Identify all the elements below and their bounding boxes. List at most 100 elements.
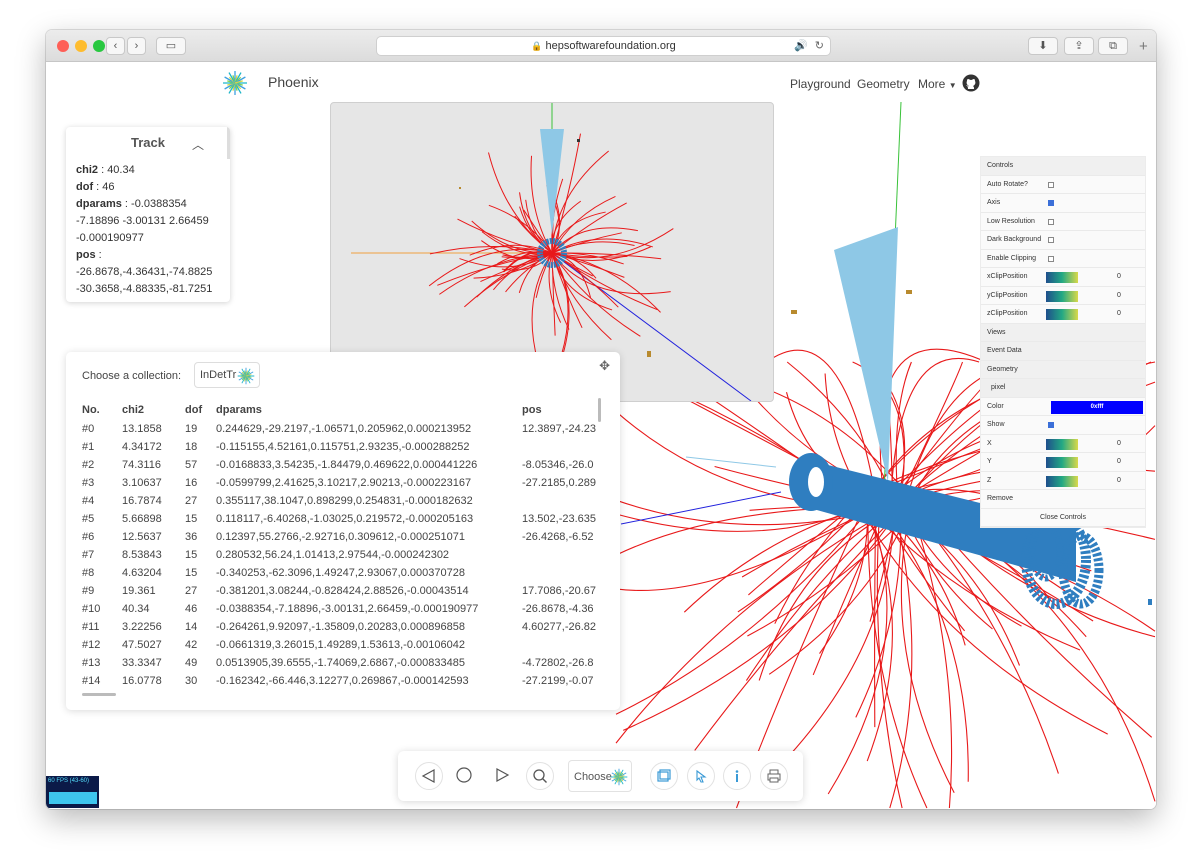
- table-cell: 16: [185, 477, 198, 489]
- table-row[interactable]: #5 5.66898 15 0.118117,-6.40268,-1.03025,0.…: [82, 510, 620, 528]
- zoom-button[interactable]: [526, 762, 554, 790]
- clipping-checkbox[interactable]: [1048, 255, 1054, 262]
- minimize-window-button[interactable]: [75, 40, 87, 52]
- brand-title[interactable]: Phoenix: [268, 74, 319, 90]
- y-value[interactable]: 0: [1117, 453, 1121, 471]
- nav-more-label[interactable]: More: [918, 77, 945, 91]
- stop-button[interactable]: [451, 762, 479, 790]
- address-bar[interactable]: 🔒 hepsoftwarefoundation.org 🔊 ↻: [376, 36, 831, 56]
- column-header[interactable]: No.: [82, 400, 122, 420]
- collection-select[interactable]: InDetTr: [194, 362, 260, 388]
- table-row[interactable]: #10 40.34 46 -0.0388354,-7.18896,-3.00131,2…: [82, 600, 620, 618]
- control-dark-background[interactable]: Dark Background: [981, 231, 1145, 250]
- show-checkbox[interactable]: [1048, 422, 1054, 428]
- share-icon[interactable]: ⇪: [1064, 37, 1094, 55]
- folder-views[interactable]: Views: [981, 323, 1145, 342]
- move-icon[interactable]: ✥: [599, 358, 610, 374]
- x-clip-slider[interactable]: [1046, 272, 1078, 283]
- y-slider[interactable]: [1046, 457, 1078, 468]
- table-row[interactable]: #13 33.3347 49 0.0513905,39.6555,-1.74069,2…: [82, 654, 620, 672]
- download-icon[interactable]: ⬇: [1028, 37, 1058, 55]
- control-auto-rotate[interactable]: Auto Rotate?: [981, 176, 1145, 194]
- x-clip-value[interactable]: 0: [1117, 268, 1121, 286]
- table-row[interactable]: #0 13.1858 19 0.244629,-29.2197,-1.06571,0.…: [82, 420, 620, 438]
- folder-event-data[interactable]: Event Data: [981, 342, 1145, 361]
- x-slider[interactable]: [1046, 438, 1078, 450]
- z-slider[interactable]: [1046, 475, 1078, 487]
- table-row[interactable]: #3 3.10637 16 -0.0599799,2.41625,3.10217,2.…: [82, 474, 620, 492]
- controls-header[interactable]: Controls: [981, 157, 1145, 176]
- track-curve[interactable]: [867, 506, 928, 809]
- control-y-clip[interactable]: yClipPosition 0: [981, 287, 1145, 305]
- table-row[interactable]: #2 74.3116 57 -0.0168833,3.54235,-1.84479,0…: [82, 456, 620, 474]
- y-clip-slider[interactable]: [1046, 290, 1078, 302]
- back-button[interactable]: ‹: [106, 37, 125, 55]
- overlay-toggle-button[interactable]: [650, 762, 678, 790]
- reload-icon[interactable]: ↻: [815, 37, 824, 55]
- column-header[interactable]: dparams: [216, 400, 522, 420]
- color-swatch[interactable]: 0xfff: [1051, 400, 1143, 414]
- table-row[interactable]: #14 16.0778 30 -0.162342,-66.446,3.12277,0.…: [82, 672, 620, 690]
- choose-event-select[interactable]: Choose: [568, 760, 632, 792]
- y-clip-value[interactable]: 0: [1117, 287, 1121, 305]
- table-row[interactable]: #11 3.22256 14 -0.264261,9.92097,-1.35809,0…: [82, 618, 620, 636]
- folder-pixel[interactable]: pixel: [981, 379, 1145, 398]
- track-curve[interactable]: [901, 361, 964, 494]
- axis-checkbox[interactable]: [1048, 200, 1054, 206]
- z-clip-slider[interactable]: [1046, 309, 1078, 320]
- phoenix-logo[interactable]: [222, 70, 248, 96]
- control-color[interactable]: Color 0xfff: [981, 398, 1145, 416]
- control-remove[interactable]: Remove: [981, 490, 1145, 509]
- table-row[interactable]: #7 8.53843 15 0.280532,56.24,1.01413,2.9754…: [82, 546, 620, 564]
- next-event-button[interactable]: [489, 762, 517, 790]
- control-z-clip[interactable]: zClipPosition 0: [981, 305, 1145, 324]
- object-select-button[interactable]: [687, 762, 715, 790]
- forward-button[interactable]: ›: [127, 37, 146, 55]
- column-header[interactable]: dof: [185, 400, 216, 420]
- table-cell: [522, 492, 620, 510]
- control-axis[interactable]: Axis: [981, 194, 1145, 213]
- table-horizontal-scrollbar[interactable]: [82, 693, 116, 696]
- nav-geometry[interactable]: Geometry: [857, 77, 910, 91]
- control-x-clip[interactable]: xClipPosition 0: [981, 268, 1145, 287]
- nav-more[interactable]: More ▼: [918, 77, 957, 91]
- track-panel-scrollbar[interactable]: [227, 127, 230, 159]
- table-row[interactable]: #8 4.63204 15 -0.340253,-62.3096,1.49247,2.…: [82, 564, 620, 582]
- sidebar-toggle-icon[interactable]: ▭: [156, 37, 186, 55]
- column-header[interactable]: chi2: [122, 400, 185, 420]
- low-res-checkbox[interactable]: [1048, 218, 1054, 225]
- track-curve[interactable]: [551, 252, 641, 337]
- tabs-icon[interactable]: ⧉: [1098, 37, 1128, 55]
- folder-geometry[interactable]: Geometry: [981, 360, 1145, 379]
- speaker-icon[interactable]: 🔊: [794, 37, 808, 55]
- column-header[interactable]: pos: [522, 400, 620, 420]
- github-icon[interactable]: [962, 74, 980, 92]
- z-clip-value[interactable]: 0: [1117, 305, 1121, 323]
- new-tab-icon[interactable]: +: [1139, 38, 1148, 55]
- zoom-window-button[interactable]: [93, 40, 105, 52]
- auto-rotate-checkbox[interactable]: [1048, 181, 1054, 188]
- track-curve[interactable]: [615, 499, 878, 715]
- control-x[interactable]: X0: [981, 435, 1145, 453]
- phoenix-viewport[interactable]: Phoenix Playground Geometry More ▼ Track…: [46, 62, 1156, 809]
- close-controls-button[interactable]: Close Controls: [981, 509, 1145, 527]
- print-button[interactable]: [760, 762, 788, 790]
- dark-bg-checkbox[interactable]: [1048, 237, 1054, 243]
- control-enable-clipping[interactable]: Enable Clipping: [981, 250, 1145, 268]
- control-z[interactable]: Z0: [981, 472, 1145, 490]
- table-row[interactable]: #9 19.361 27 -0.381201,3.08244,-0.828424,2.…: [82, 582, 620, 600]
- control-low-resolution[interactable]: Low Resolution: [981, 213, 1145, 231]
- control-show[interactable]: Show: [981, 416, 1145, 435]
- control-y[interactable]: Y0: [981, 453, 1145, 472]
- collapse-chevron-icon[interactable]: ︿: [192, 136, 204, 153]
- table-row[interactable]: #6 12.5637 36 0.12397,55.2766,-2.92716,0.30…: [82, 528, 620, 546]
- x-value[interactable]: 0: [1117, 435, 1121, 453]
- info-button[interactable]: [723, 762, 751, 790]
- table-row[interactable]: #1 4.34172 18 -0.115155,4.52161,0.115751,2.…: [82, 438, 620, 456]
- previous-event-button[interactable]: [415, 762, 443, 790]
- z-value[interactable]: 0: [1117, 472, 1121, 490]
- close-window-button[interactable]: [57, 40, 69, 52]
- table-row[interactable]: #4 16.7874 27 0.355117,38.1047,0.898299,0.2…: [82, 492, 620, 510]
- nav-playground[interactable]: Playground: [790, 77, 851, 91]
- table-row[interactable]: #12 47.5027 42 -0.0661319,3.26015,1.49289,1…: [82, 636, 620, 654]
